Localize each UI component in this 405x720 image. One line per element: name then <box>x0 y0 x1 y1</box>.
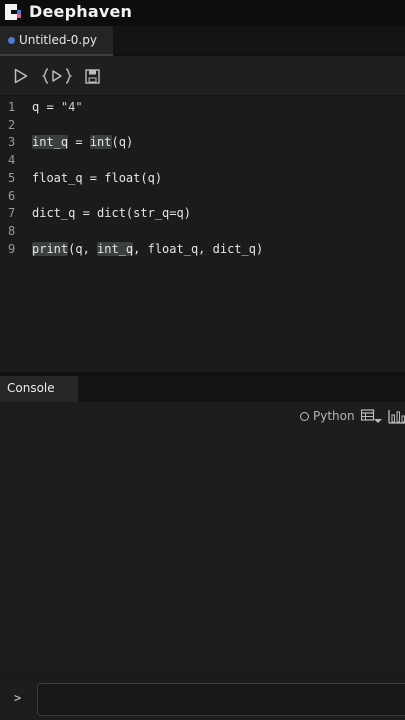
run-selection-icon <box>42 68 72 84</box>
code-token: (q) <box>111 135 134 150</box>
unsaved-dot-icon <box>8 37 15 44</box>
line-number: 7 <box>8 206 16 221</box>
editor-toolbar <box>0 56 405 96</box>
line-number: 8 <box>8 223 16 238</box>
line-number: 2 <box>8 117 16 132</box>
save-button[interactable] <box>84 65 100 87</box>
code-line[interactable]: 2 <box>0 116 405 134</box>
console-output: Python <box>0 402 405 672</box>
code-token: dict_q = dict(str_q=q) <box>32 206 191 221</box>
line-number: 9 <box>8 241 16 256</box>
code-line[interactable]: 6 <box>0 187 405 205</box>
console-input-bar: > <box>0 680 405 720</box>
code-line[interactable]: 3 int_q = int(q) <box>0 133 405 151</box>
deephaven-logo-icon <box>4 3 22 21</box>
code-text: print(q, int_q, float_q, dict_q) <box>32 240 263 258</box>
highlighted-token: int_q <box>97 241 134 256</box>
chart-menu-button[interactable] <box>388 408 405 426</box>
line-number: 5 <box>8 170 16 185</box>
code-token: "4" <box>60 100 83 114</box>
table-dropdown-icon <box>360 409 382 423</box>
line-number: 6 <box>8 188 16 203</box>
code-token: (q, <box>68 241 98 256</box>
line-number: 3 <box>8 135 16 150</box>
code-text: dict_q = dict(str_q=q) <box>32 204 191 222</box>
tab-untitled-0[interactable]: Untitled-0.py <box>0 26 113 56</box>
editor-tab-bar: Untitled-0.py <box>0 26 405 56</box>
console-input[interactable] <box>37 683 405 716</box>
code-line[interactable]: 7 dict_q = dict(str_q=q) <box>0 204 405 222</box>
run-button[interactable] <box>12 65 30 87</box>
code-line[interactable]: 1 q = "4" <box>0 98 405 116</box>
title-bar: Deephaven <box>0 0 405 26</box>
code-token: , float_q, dict_q) <box>133 241 264 256</box>
code-text: float_q = float(q) <box>32 169 162 187</box>
code-token: float_q = float(q) <box>32 170 163 185</box>
line-number: 4 <box>8 153 16 168</box>
code-token: q = <box>32 100 61 114</box>
app-title: Deephaven <box>29 2 133 21</box>
highlighted-token: int <box>89 135 112 150</box>
status-circle-icon <box>300 411 309 421</box>
code-editor[interactable]: 1 q = "4" 2 3 int_q = int(q) 4 5 float_q = floa… <box>0 96 405 372</box>
code-line[interactable]: 5 float_q = float(q) <box>0 169 405 187</box>
console-tab-label: Console <box>7 381 55 395</box>
code-text: int_q = int(q) <box>32 133 133 151</box>
run-selection-button[interactable] <box>42 65 72 87</box>
table-menu-button[interactable] <box>360 409 383 425</box>
code-token: = <box>68 135 90 150</box>
tab-console[interactable]: Console <box>0 376 78 402</box>
code-line[interactable]: 8 <box>0 222 405 240</box>
language-label: Python <box>313 409 355 423</box>
console-prompt: > <box>14 691 22 705</box>
play-icon <box>14 68 28 84</box>
code-line[interactable]: 4 <box>0 151 405 169</box>
tab-label: Untitled-0.py <box>19 33 97 47</box>
code-text: q = "4" <box>32 98 83 116</box>
save-icon <box>84 68 100 84</box>
bar-chart-icon <box>388 410 405 424</box>
highlighted-token: print <box>32 241 69 256</box>
code-line[interactable]: 9 print(q, int_q, float_q, dict_q) <box>0 240 405 258</box>
line-number: 1 <box>8 100 16 114</box>
highlighted-token: int_q <box>32 135 69 150</box>
language-indicator: Python <box>300 409 355 423</box>
console-tab-bar: Console <box>0 376 405 402</box>
